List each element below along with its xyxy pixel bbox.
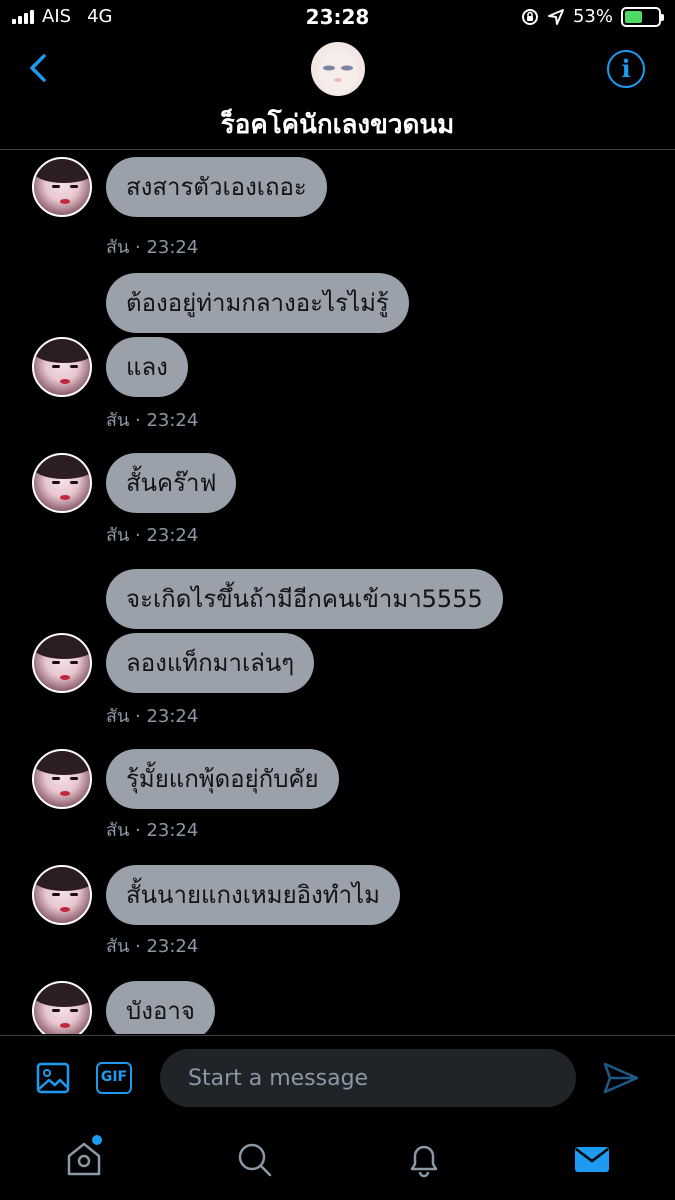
notification-dot xyxy=(92,1135,102,1145)
message-timestamp: สัน · 23:24 xyxy=(106,820,199,841)
search-icon xyxy=(238,1143,272,1177)
tab-home[interactable] xyxy=(64,1139,104,1179)
sender-avatar[interactable] xyxy=(32,865,92,925)
message-timestamp: สัน · 23:24 xyxy=(106,237,199,258)
tab-messages[interactable] xyxy=(572,1139,612,1179)
message-timestamp: สัน · 23:24 xyxy=(106,525,199,546)
chat-title[interactable]: ร็อคโค่นักเลงขวดนม xyxy=(0,104,675,145)
message-bubble[interactable]: สั้นคร๊าฟ xyxy=(106,453,237,513)
message-bubble[interactable]: บังอาจ xyxy=(106,981,215,1034)
back-button[interactable] xyxy=(22,50,58,86)
tab-notifications[interactable] xyxy=(404,1139,444,1179)
info-button[interactable]: i xyxy=(607,50,645,88)
battery-icon xyxy=(621,6,664,27)
message-bubble[interactable]: ต้องอยู่ท่ามกลางอะไรไม่รู้ xyxy=(106,273,409,333)
message-bubble[interactable]: จะเกิดไรขึ้นถ้ามีอีกคนเข้ามา5555 xyxy=(106,569,503,629)
message-bubble[interactable]: รุ้มั้ยแกพุ้ดอยุ่กับคัย xyxy=(106,749,339,809)
battery-percent: 53% xyxy=(572,6,613,27)
bottom-tab-bar xyxy=(0,1121,675,1200)
sender-avatar[interactable] xyxy=(32,633,92,693)
message-timestamp: สัน · 23:24 xyxy=(106,936,199,957)
conversation-header: ร็อคโค่นักเลงขวดนม i xyxy=(0,36,675,150)
sender-avatar[interactable] xyxy=(32,749,92,809)
sender-avatar[interactable] xyxy=(32,157,92,217)
message-bubble[interactable]: สั้นนายแกงเหมยอิงทำไม xyxy=(106,865,400,925)
gif-button[interactable]: GIF xyxy=(96,1062,132,1094)
message-list[interactable]: สงสารตัวเองเถอะ สัน · 23:24 ต้องอยู่ท่าม… xyxy=(0,151,675,1034)
sender-avatar[interactable] xyxy=(32,981,92,1034)
tab-search[interactable] xyxy=(234,1139,274,1179)
location-icon xyxy=(547,8,564,25)
home-icon xyxy=(67,1142,101,1176)
mail-icon xyxy=(575,1147,609,1172)
message-bubble[interactable]: สงสารตัวเองเถอะ xyxy=(106,157,327,217)
message-composer: GIF xyxy=(0,1035,675,1121)
message-bubble[interactable]: ลองแท็กมาเล่นๆ xyxy=(106,633,315,693)
send-icon[interactable] xyxy=(602,1060,640,1096)
status-bar: AIS 4G 23:28 53% xyxy=(0,0,675,36)
message-timestamp: สัน · 23:24 xyxy=(106,706,199,727)
header-avatar[interactable] xyxy=(311,42,365,96)
message-bubble[interactable]: แลง xyxy=(106,337,188,397)
bell-icon xyxy=(410,1145,438,1178)
image-icon[interactable] xyxy=(36,1062,70,1094)
sender-avatar[interactable] xyxy=(32,337,92,397)
orientation-lock-icon xyxy=(521,8,538,25)
sender-avatar[interactable] xyxy=(32,453,92,513)
status-right: 53% xyxy=(521,6,664,27)
message-timestamp: สัน · 23:24 xyxy=(106,410,199,431)
message-input[interactable] xyxy=(160,1049,576,1107)
